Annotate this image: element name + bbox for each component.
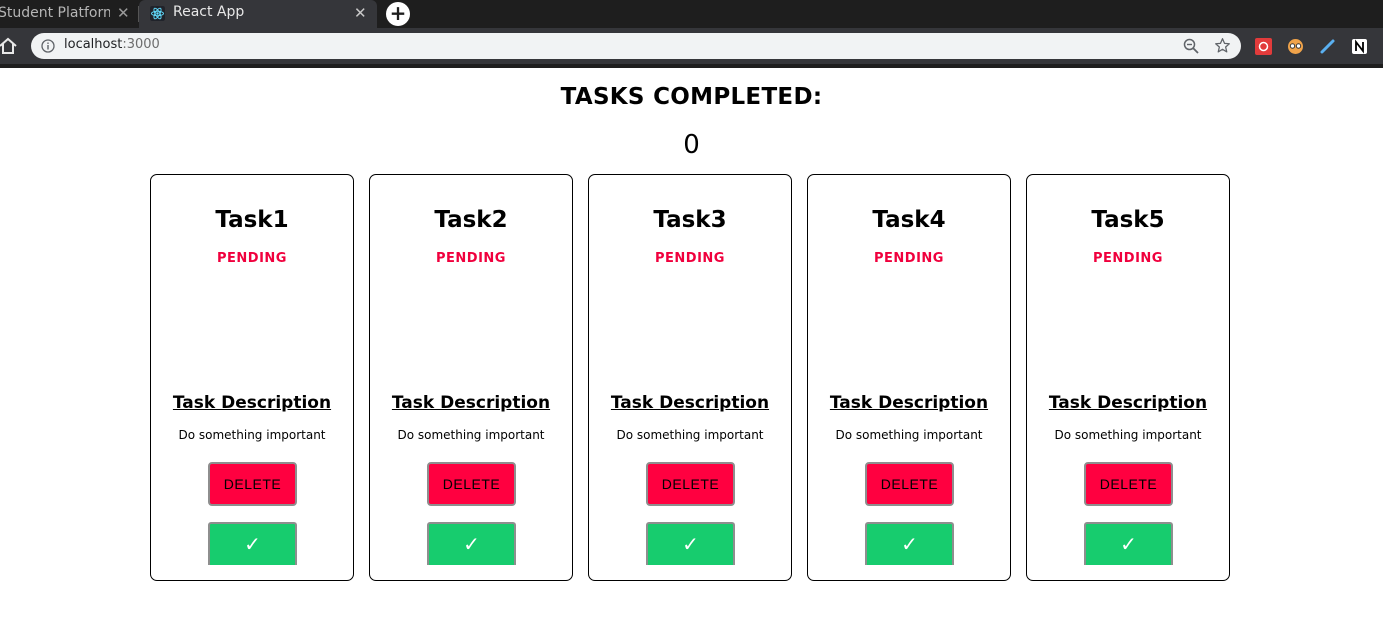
close-icon[interactable]: ✕ <box>117 4 130 22</box>
delete-button[interactable]: DELETE <box>208 462 297 506</box>
app-page: TASKS COMPLETED: 0 Task1 PENDING Task De… <box>0 68 1383 635</box>
task-title: Task5 <box>1091 207 1165 233</box>
info-icon[interactable] <box>41 39 55 53</box>
task-description: Do something important <box>616 428 764 442</box>
task-description-heading: Task Description <box>172 393 332 413</box>
notion-icon[interactable] <box>1351 38 1368 55</box>
bookmark-star-icon[interactable] <box>1214 37 1231 54</box>
close-icon[interactable]: ✕ <box>354 4 367 22</box>
new-tab-button[interactable]: + <box>386 2 410 26</box>
extension-icon-pen[interactable] <box>1319 38 1336 55</box>
tab-title: React App <box>173 4 245 20</box>
task-card: Task3 PENDING Task Description Do someth… <box>588 174 792 581</box>
completed-count: 0 <box>683 130 700 160</box>
zoom-icon[interactable] <box>1183 38 1199 54</box>
task-description-heading: Task Description <box>1048 393 1208 413</box>
task-description: Do something important <box>397 428 545 442</box>
extension-icon-face[interactable] <box>1287 38 1304 55</box>
task-title: Task4 <box>872 207 946 233</box>
status-badge: PENDING <box>436 251 506 266</box>
status-badge: PENDING <box>217 251 287 266</box>
task-description-heading: Task Description <box>610 393 770 413</box>
task-title: Task1 <box>215 207 289 233</box>
task-description: Do something important <box>835 428 983 442</box>
status-badge: PENDING <box>655 251 725 266</box>
complete-button[interactable]: ✓ <box>646 522 735 565</box>
complete-button[interactable]: ✓ <box>1084 522 1173 565</box>
delete-button[interactable]: DELETE <box>646 462 735 506</box>
tab-react-app[interactable]: React App ✕ <box>139 0 377 28</box>
task-card: Task2 PENDING Task Description Do someth… <box>369 174 573 581</box>
tab-title: Student Platform <box>0 5 110 21</box>
complete-button[interactable]: ✓ <box>208 522 297 565</box>
complete-button[interactable]: ✓ <box>865 522 954 565</box>
tab-student-platform[interactable]: Student Platform ✕ <box>0 0 137 28</box>
task-card: Task4 PENDING Task Description Do someth… <box>807 174 1011 581</box>
browser-toolbar: localhost:3000 <box>0 28 1383 64</box>
task-card: Task5 PENDING Task Description Do someth… <box>1026 174 1230 581</box>
url-port: :3000 <box>122 37 160 52</box>
url-host: localhost <box>64 37 123 52</box>
task-description-heading: Task Description <box>829 393 989 413</box>
home-icon[interactable] <box>0 37 18 55</box>
delete-button[interactable]: DELETE <box>1084 462 1173 506</box>
extension-icon-red[interactable] <box>1255 38 1272 55</box>
delete-button[interactable]: DELETE <box>865 462 954 506</box>
page-title: TASKS COMPLETED: <box>560 84 823 110</box>
browser-tab-bar: Student Platform ✕ React App ✕ + <box>0 0 1383 28</box>
react-icon <box>150 6 165 21</box>
task-title: Task3 <box>653 207 727 233</box>
address-bar[interactable]: localhost:3000 <box>31 33 1241 59</box>
task-card: Task1 PENDING Task Description Do someth… <box>150 174 354 581</box>
status-badge: PENDING <box>1093 251 1163 266</box>
url-text[interactable]: localhost:3000 <box>64 37 160 52</box>
status-badge: PENDING <box>874 251 944 266</box>
complete-button[interactable]: ✓ <box>427 522 516 565</box>
task-description: Do something important <box>178 428 326 442</box>
delete-button[interactable]: DELETE <box>427 462 516 506</box>
task-title: Task2 <box>434 207 508 233</box>
task-description-heading: Task Description <box>391 393 551 413</box>
task-description: Do something important <box>1054 428 1202 442</box>
